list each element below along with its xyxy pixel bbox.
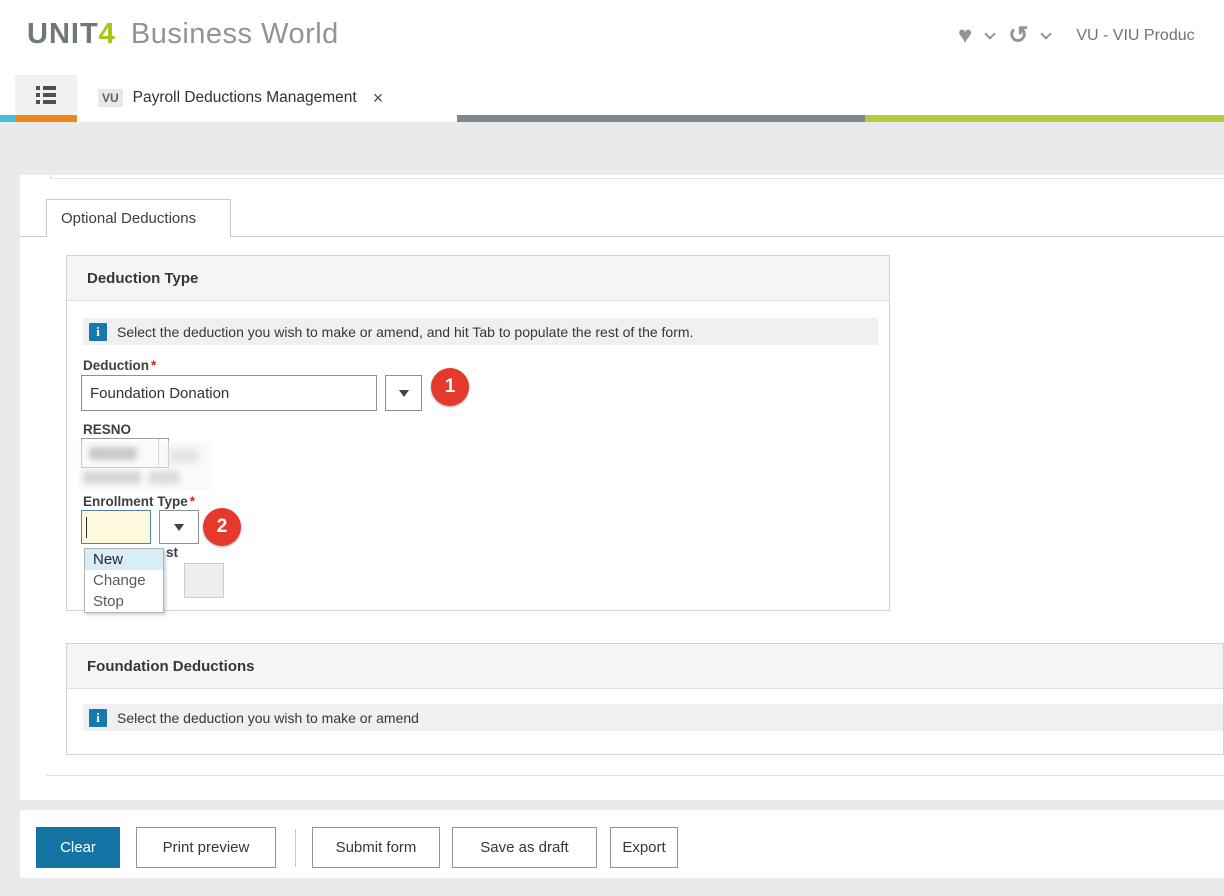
- unit4-logo: UNIT4 Business World: [27, 18, 339, 51]
- print-preview-button[interactable]: Print preview: [136, 827, 276, 868]
- info-icon: i: [89, 709, 107, 727]
- tab-bar: VU Payroll Deductions Management ×: [0, 75, 1224, 122]
- panel-bottom-line: [46, 775, 1224, 776]
- tab-vu-badge: VU: [98, 89, 123, 107]
- tab-optional-deductions-label: Optional Deductions: [61, 210, 196, 227]
- stripe-green: [865, 115, 1224, 122]
- step-badge-2: 2: [203, 508, 241, 546]
- footer-action-bar: Clear Print preview Submit form Save as …: [20, 810, 1224, 878]
- logo-product-text: Business World: [131, 18, 339, 50]
- logo-brand-number: 4: [99, 18, 115, 50]
- form-panel: Optional Deductions Deduction Type i Sel…: [20, 175, 1224, 800]
- app-screen: UNIT4 Business World ♥ ↺ VU - VIU Produc…: [0, 0, 1224, 896]
- button-group-divider: [295, 829, 296, 867]
- step-badge-1: 1: [431, 368, 469, 406]
- deduction-value: Foundation Donation: [90, 385, 229, 402]
- section-foundation-deductions: Foundation Deductions i Select the deduc…: [66, 643, 1224, 755]
- enrollment-dropdown-button[interactable]: [159, 510, 199, 544]
- section-deduction-type-header: Deduction Type: [67, 256, 889, 301]
- deduction-dropdown-button[interactable]: [385, 375, 422, 411]
- enrollment-type-input[interactable]: [81, 510, 151, 544]
- stripe-cyan: [0, 115, 16, 122]
- section-deduction-type: Deduction Type i Select the deduction yo…: [66, 255, 890, 611]
- dropdown-option-stop[interactable]: Stop: [85, 591, 163, 612]
- tab-title: Payroll Deductions Management: [133, 89, 357, 107]
- deduction-input[interactable]: Foundation Donation: [81, 375, 377, 411]
- resno-label: RESNO: [83, 422, 131, 437]
- enrollment-type-label: Enrollment Type*: [83, 494, 195, 509]
- header-actions: ♥ ↺ VU - VIU Produc: [958, 24, 1195, 48]
- text-caret: [86, 517, 87, 538]
- required-asterisk: *: [190, 494, 195, 509]
- panel-top-line: [50, 178, 1224, 179]
- deduction-label: Deduction*: [83, 358, 156, 373]
- menu-tab[interactable]: [15, 75, 77, 115]
- dropdown-arrow-icon: [174, 524, 184, 531]
- client-environment-label[interactable]: VU - VIU Produc: [1076, 27, 1194, 45]
- dropdown-option-new[interactable]: New: [85, 549, 163, 570]
- stripe-gray: [457, 115, 865, 122]
- obscured-disabled-field: [184, 563, 224, 598]
- stripe-orange: [16, 115, 77, 122]
- info-message-bar: i Select the deduction you wish to make …: [83, 704, 1223, 731]
- section-foundation-title: Foundation Deductions: [87, 658, 254, 675]
- section-foundation-header: Foundation Deductions: [67, 644, 1223, 689]
- dropdown-arrow-icon: [399, 390, 409, 397]
- submit-form-button[interactable]: Submit form: [312, 827, 440, 868]
- favorites-heart-icon[interactable]: ♥: [958, 24, 972, 48]
- history-icon[interactable]: ↺: [1008, 24, 1028, 48]
- app-header: UNIT4 Business World ♥ ↺ VU - VIU Produc: [0, 0, 1224, 75]
- enrollment-dropdown-list: New Change Stop: [84, 548, 164, 613]
- required-asterisk: *: [151, 358, 156, 373]
- save-as-draft-button[interactable]: Save as draft: [452, 827, 597, 868]
- export-button[interactable]: Export: [610, 827, 678, 868]
- info-icon: i: [89, 323, 107, 341]
- list-menu-icon: [36, 86, 56, 104]
- dropdown-option-change[interactable]: Change: [85, 570, 163, 591]
- tab-optional-deductions[interactable]: Optional Deductions: [46, 199, 231, 237]
- history-chevron-down-icon[interactable]: [1041, 28, 1052, 39]
- favorites-chevron-down-icon[interactable]: [985, 28, 996, 39]
- logo-brand-text: UNIT: [27, 18, 99, 50]
- info-message-bar: i Select the deduction you wish to make …: [83, 318, 878, 345]
- redaction-overlay: [79, 441, 211, 491]
- tab-payroll-deductions-management[interactable]: VU Payroll Deductions Management ×: [90, 80, 457, 115]
- section-deduction-type-title: Deduction Type: [87, 270, 198, 287]
- clear-button[interactable]: Clear: [36, 827, 120, 868]
- tab-close-icon[interactable]: ×: [373, 90, 384, 106]
- info-message-text: Select the deduction you wish to make or…: [117, 710, 419, 726]
- info-message-text: Select the deduction you wish to make or…: [117, 324, 693, 340]
- obscured-field-label-fragment: st: [166, 545, 178, 560]
